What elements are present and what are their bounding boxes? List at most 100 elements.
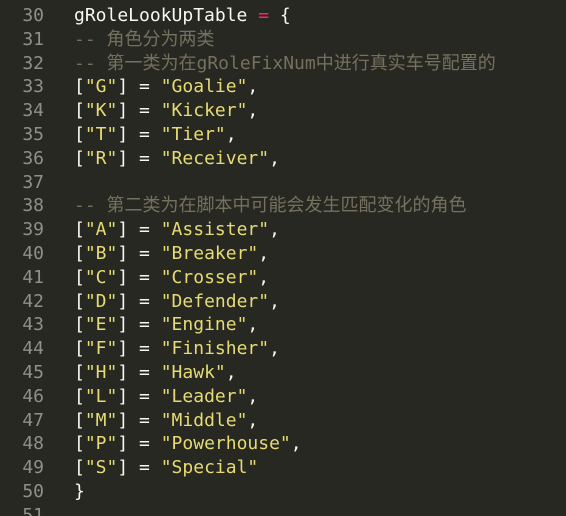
code-token: [ xyxy=(74,409,85,431)
code-token: [ xyxy=(74,76,85,98)
line-number: 42 xyxy=(22,290,44,312)
line-number: 50 xyxy=(22,481,44,502)
code-text: ["R"] = "Receiver", xyxy=(74,147,280,171)
string-token: "Assister" xyxy=(160,219,270,241)
string-token: "Breaker" xyxy=(160,243,259,264)
code-token: ] = xyxy=(117,100,161,122)
string-token: "Crosser" xyxy=(160,266,259,288)
line-number: 45 xyxy=(22,362,44,383)
code-token: ] = xyxy=(117,338,161,360)
code-token: [ xyxy=(74,457,85,479)
line-number: 47 xyxy=(22,409,44,431)
string-token: "Engine" xyxy=(160,314,248,336)
code-token: { xyxy=(269,5,291,26)
code-token: [ xyxy=(74,219,85,241)
code-token: [ xyxy=(74,385,85,407)
code-token: , xyxy=(247,76,259,98)
string-token: "P" xyxy=(84,433,118,455)
code-text: ["B"] = "Breaker", xyxy=(74,242,269,266)
operator-token: = xyxy=(258,5,270,26)
code-token: [ xyxy=(74,290,85,312)
string-token: "H" xyxy=(84,362,118,383)
line-number: 48 xyxy=(22,433,44,455)
line-number: 33 xyxy=(22,76,44,98)
code-token: ] = xyxy=(117,409,161,431)
code-text: ["A"] = "Assister", xyxy=(74,218,280,242)
string-token: "F" xyxy=(84,338,118,360)
code-token: [ xyxy=(74,338,85,360)
string-token: "D" xyxy=(84,290,118,312)
code-text: ["G"] = "Goalie", xyxy=(74,75,258,99)
line-number: 43 xyxy=(22,314,44,336)
code-token: , xyxy=(269,338,280,360)
string-token: "C" xyxy=(84,266,118,288)
code-text: } xyxy=(74,480,85,504)
code-text: gRoleLookUpTable = { xyxy=(74,4,291,28)
string-token: "L" xyxy=(84,385,118,407)
line-number: 44 xyxy=(22,338,44,360)
code-text: ["S"] = "Special" xyxy=(74,456,258,480)
string-token: "Kicker" xyxy=(160,100,248,122)
code-token: gRoleLookUpTable xyxy=(74,5,259,26)
code-token: , xyxy=(290,433,302,455)
line-number: 40 xyxy=(22,243,44,264)
code-token: ] = xyxy=(117,266,161,288)
line-number: 39 xyxy=(22,219,44,241)
code-text: -- 第二类为在脚本中可能会发生匹配变化的角色 xyxy=(74,194,467,218)
line-number: 36 xyxy=(22,147,44,169)
line-number: 32 xyxy=(22,52,44,74)
code-token: ] = xyxy=(117,362,161,383)
code-token: [ xyxy=(74,266,85,288)
code-token: ] = xyxy=(117,457,161,479)
code-token: , xyxy=(269,147,280,169)
string-token: "K" xyxy=(84,100,118,122)
code-text: ["H"] = "Hawk", xyxy=(74,361,237,385)
string-token: "Receiver" xyxy=(160,147,270,169)
code-token: , xyxy=(247,100,259,122)
code-token: ] = xyxy=(117,314,161,336)
code-token: ] = xyxy=(117,290,161,312)
string-token: "B" xyxy=(84,243,118,264)
code-editor[interactable]: 30 gRoleLookUpTable = {31 -- 角色分为两类 32 -- 第一… xyxy=(0,0,566,516)
code-token: ] = xyxy=(117,76,161,98)
string-token: "Finisher" xyxy=(160,338,270,360)
string-token: "Leader" xyxy=(160,385,248,407)
line-number: 37 xyxy=(22,171,44,193)
comment-token: -- 第二类为在脚本中可能会发生匹配变化的角色 xyxy=(74,195,467,217)
code-text: ["L"] = "Leader", xyxy=(74,385,258,409)
code-token: ] = xyxy=(117,243,161,264)
code-token: } xyxy=(74,481,85,502)
line-number: 30 xyxy=(22,5,44,26)
line-number: 46 xyxy=(22,385,44,407)
string-token: "R" xyxy=(84,147,118,169)
string-token: "S" xyxy=(84,457,118,479)
code-token: [ xyxy=(74,362,85,383)
code-token: , xyxy=(247,385,259,407)
line-number: 41 xyxy=(22,266,44,288)
code-token: , xyxy=(269,219,280,241)
string-token: "M" xyxy=(84,409,118,431)
code-token: ] = xyxy=(117,124,161,145)
line-number: 34 xyxy=(22,100,44,122)
string-token: "Powerhouse" xyxy=(160,433,291,455)
string-token: "Hawk" xyxy=(160,362,226,383)
code-token: ] = xyxy=(117,219,161,241)
line-number: 38 xyxy=(22,195,44,217)
code-token: , xyxy=(247,314,259,336)
code-token: , xyxy=(269,290,280,312)
code-token: [ xyxy=(74,433,85,455)
code-text: ["E"] = "Engine", xyxy=(74,313,258,337)
code-text: -- 角色分为两类 xyxy=(74,28,215,52)
code-text: -- 第一类为在gRoleFixNum中进行真实车号配置的 xyxy=(74,52,496,76)
line-number: 35 xyxy=(22,124,44,145)
code-token: [ xyxy=(74,314,85,336)
code-text: ["D"] = "Defender", xyxy=(74,290,280,314)
code-token: [ xyxy=(74,243,85,264)
code-text: ["K"] = "Kicker", xyxy=(74,99,258,123)
code-token: ] = xyxy=(117,385,161,407)
string-token: "Middle" xyxy=(160,409,248,431)
code-token: , xyxy=(225,124,237,145)
line-number: 49 xyxy=(22,457,44,479)
string-token: "Tier" xyxy=(160,124,226,145)
code-text: ["M"] = "Middle", xyxy=(74,409,258,433)
